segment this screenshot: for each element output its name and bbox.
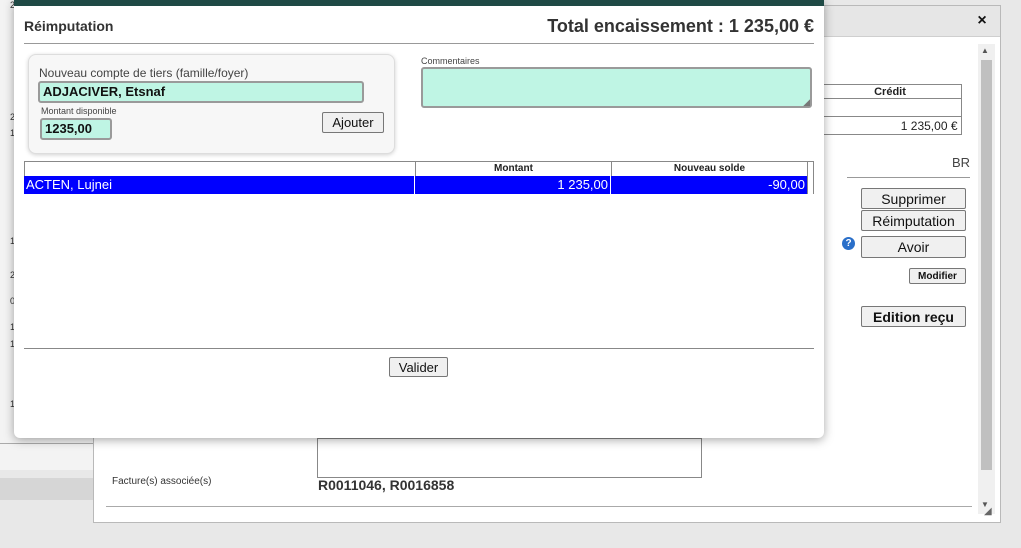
- tiers-panel: Nouveau compte de tiers (famille/foyer) …: [28, 54, 395, 154]
- table-header-nouveau-solde: Nouveau solde: [611, 162, 807, 176]
- supprimer-button[interactable]: Supprimer: [861, 188, 966, 209]
- divider: [106, 506, 972, 507]
- montant-disponible-input[interactable]: 1235,00: [40, 118, 112, 140]
- divider: [24, 348, 814, 349]
- row-nouveau-solde: -90,00: [768, 177, 805, 192]
- edition-recu-button[interactable]: Edition reçu: [861, 306, 966, 327]
- commentaires-label: Commentaires: [421, 56, 480, 66]
- table-scroll-gutter: [807, 176, 814, 194]
- divider: [0, 443, 95, 444]
- reimputation-dialog: Réimputation Total encaissement : 1 235,…: [14, 0, 824, 438]
- valider-button[interactable]: Valider: [389, 357, 448, 377]
- br-label: BR: [952, 155, 971, 170]
- scroll-up-icon[interactable]: ▲: [981, 46, 989, 55]
- divider: [24, 43, 814, 44]
- row-name: ACTEN, Lujnei: [26, 177, 112, 192]
- tiers-label: Nouveau compte de tiers (famille/foyer): [39, 66, 249, 80]
- table-header-credit: Crédit: [818, 84, 962, 99]
- divider: [847, 177, 970, 178]
- table-header-cell: [25, 162, 415, 176]
- ajouter-button[interactable]: Ajouter: [322, 112, 384, 133]
- factures-value: R0011046, R0016858: [318, 477, 455, 493]
- dialog-title: Réimputation: [24, 18, 114, 34]
- total-encaissement: Total encaissement : 1 235,00 €: [547, 16, 814, 36]
- scrollbar-thumb[interactable]: [981, 60, 992, 470]
- tiers-input[interactable]: ADJACIVER, Etsnaf: [38, 81, 364, 103]
- modifier-button[interactable]: Modifier: [909, 268, 966, 284]
- scrollbar[interactable]: ▲ ▼: [978, 44, 995, 514]
- avoir-button[interactable]: Avoir: [861, 236, 966, 258]
- commentaires-textarea[interactable]: ◢: [421, 67, 812, 108]
- table-cell-credit: 1 235,00 €: [818, 116, 962, 135]
- dialog-topbar: [14, 0, 824, 6]
- background-textarea[interactable]: [317, 438, 702, 478]
- table-header-cell: [807, 162, 814, 176]
- question-circle-icon[interactable]: ?: [842, 237, 855, 250]
- reimputation-button[interactable]: Réimputation: [861, 210, 966, 231]
- background-strip: [0, 478, 95, 500]
- montant-disponible-label: Montant disponible: [41, 106, 117, 116]
- row-montant: 1 235,00: [557, 177, 608, 192]
- factures-label: Facture(s) associée(s): [112, 476, 212, 487]
- resize-grip-icon[interactable]: ◢: [984, 506, 994, 517]
- table-row[interactable]: ACTEN, Lujnei 1 235,00 -90,00: [24, 176, 807, 194]
- table-header: Montant Nouveau solde: [24, 161, 814, 177]
- close-icon[interactable]: ×: [972, 11, 992, 31]
- reimputation-table: Montant Nouveau solde ACTEN, Lujnei 1 23…: [24, 161, 814, 195]
- table-cell: [818, 98, 962, 117]
- table-header-montant: Montant: [415, 162, 611, 176]
- resize-grip-icon[interactable]: ◢: [803, 97, 810, 108]
